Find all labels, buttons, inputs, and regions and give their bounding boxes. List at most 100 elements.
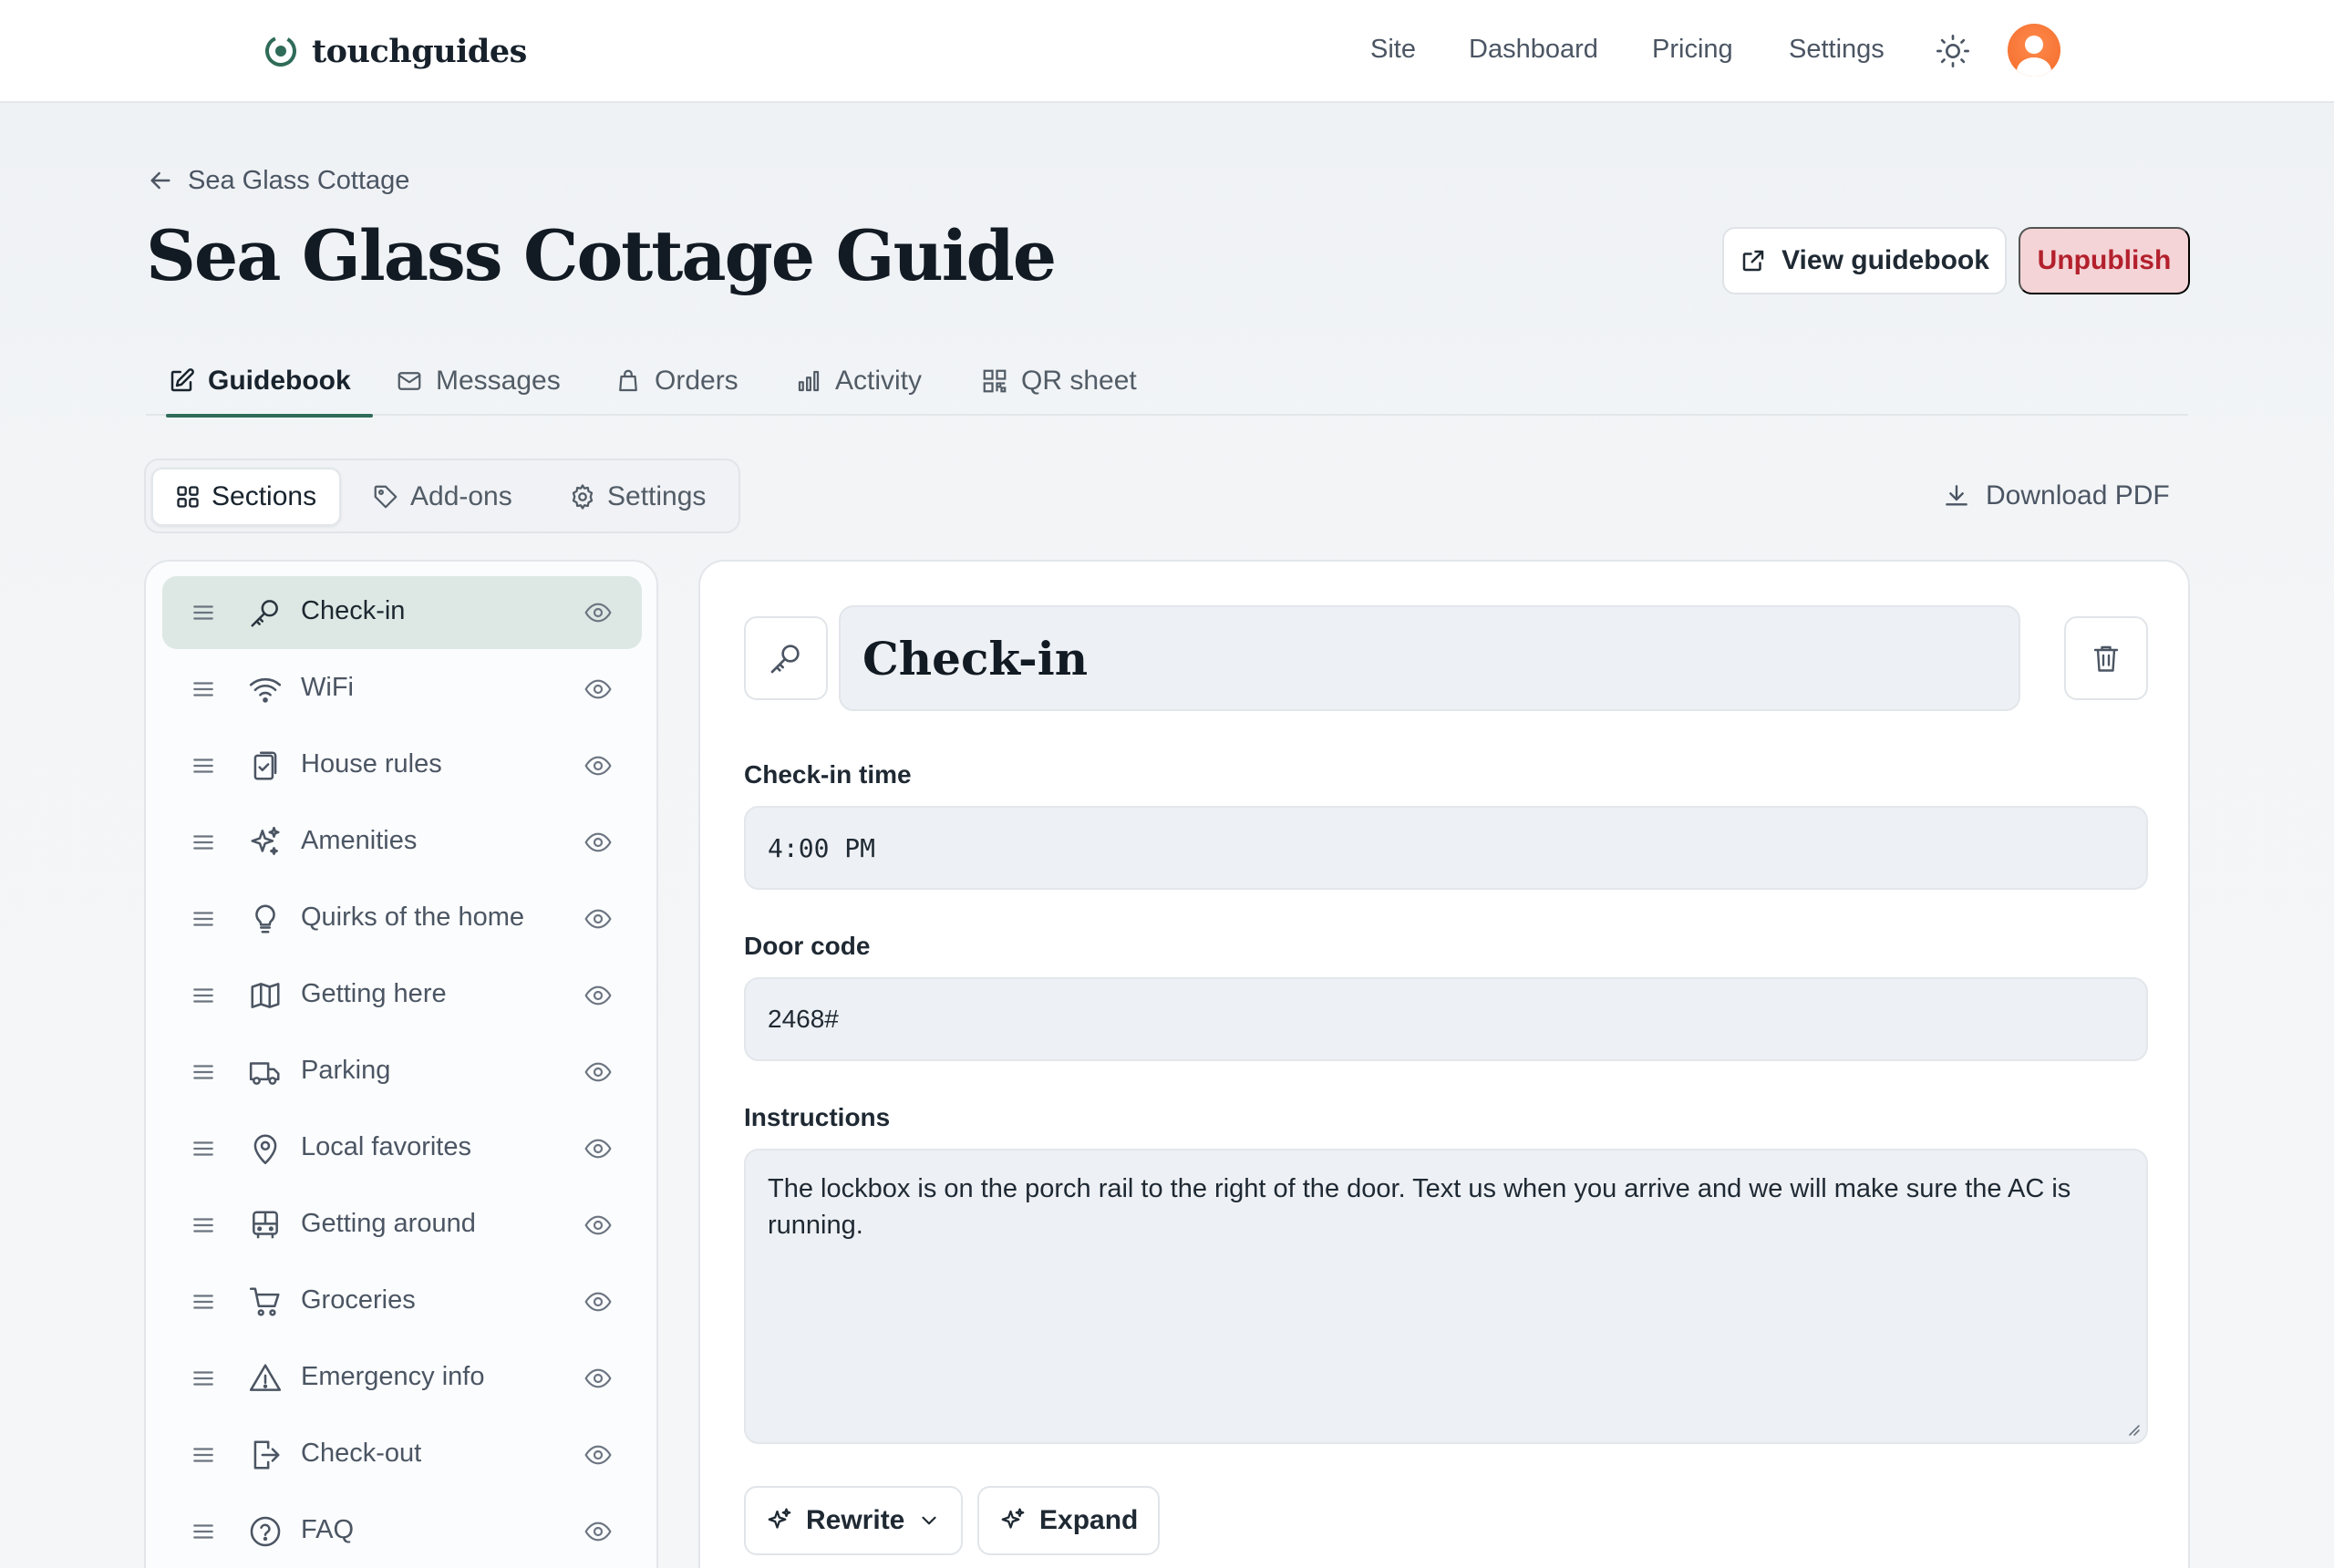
section-label: Amenities [301, 826, 418, 855]
section-mode-switch: Sections Add-ons Settings [144, 459, 740, 533]
tab-messages[interactable]: Messages [396, 346, 561, 416]
expand-label: Expand [1039, 1505, 1139, 1535]
nav-pricing[interactable]: Pricing [1652, 35, 1733, 65]
drag-handle-icon[interactable] [191, 830, 215, 854]
user-avatar[interactable] [2008, 24, 2060, 77]
section-item-groceries[interactable]: Groceries [162, 1265, 642, 1338]
drag-handle-icon[interactable] [191, 754, 215, 778]
section-title-input[interactable]: Check-in [839, 605, 2020, 711]
tab-orders[interactable]: Orders [614, 346, 738, 416]
nav-settings[interactable]: Settings [1789, 35, 1885, 65]
download-pdf-button[interactable]: Download PDF [1942, 472, 2170, 520]
tab-guidebook-label: Guidebook [208, 366, 351, 396]
breadcrumb-label: Sea Glass Cottage [188, 165, 410, 195]
nav-site[interactable]: Site [1370, 35, 1416, 65]
chevron-down-icon [922, 1516, 936, 1525]
lightbulb-icon [255, 904, 275, 934]
unpublish-button[interactable]: Unpublish [2019, 227, 2190, 294]
gear-icon [572, 484, 594, 510]
eye-icon[interactable] [584, 981, 613, 1010]
section-icon-picker[interactable] [744, 616, 828, 700]
section-label: Parking [301, 1056, 391, 1085]
section-label: Emergency info [301, 1362, 485, 1391]
instructions-label: Instructions [744, 1103, 891, 1131]
section-item-quirks-of-the-home[interactable]: Quirks of the home [162, 882, 642, 955]
sparkles-icon [768, 1508, 791, 1529]
truck-icon [249, 1062, 280, 1085]
eye-icon[interactable] [584, 1440, 613, 1470]
segment-settings[interactable]: Settings [569, 468, 706, 526]
drag-handle-icon[interactable] [191, 1443, 215, 1467]
breadcrumb[interactable]: Sea Glass Cottage [146, 162, 409, 199]
log-out-icon [253, 1440, 280, 1470]
qr-icon [983, 369, 1007, 393]
section-item-emergency-info[interactable]: Emergency info [162, 1342, 642, 1415]
eye-icon[interactable] [584, 904, 613, 934]
door-code-input[interactable]: 2468# [744, 977, 2148, 1061]
theme-toggle-sun-icon[interactable] [1935, 33, 1971, 69]
section-item-getting-around[interactable]: Getting around [162, 1189, 642, 1262]
section-item-parking[interactable]: Parking [162, 1036, 642, 1109]
section-item-local-favorites[interactable]: Local favorites [162, 1112, 642, 1185]
segment-add-ons-label: Add-ons [410, 481, 512, 511]
eye-icon[interactable] [584, 1211, 613, 1240]
delete-section-button[interactable] [2064, 616, 2148, 700]
checkin-time-input[interactable]: 4:00 PM [744, 806, 2148, 890]
instructions-textarea[interactable]: The lockbox is on the porch rail to the … [744, 1149, 2148, 1444]
drag-handle-icon[interactable] [191, 1290, 215, 1314]
eye-icon[interactable] [584, 828, 613, 857]
eye-icon[interactable] [584, 1517, 613, 1546]
mail-icon [398, 372, 421, 390]
bar-chart-icon [798, 370, 820, 392]
section-item-getting-here[interactable]: Getting here [162, 959, 642, 1032]
touchguides-logo-icon [265, 36, 296, 67]
section-label: WiFi [301, 673, 354, 702]
wifi-icon [249, 678, 282, 703]
tab-messages-label: Messages [436, 366, 561, 396]
drag-handle-icon[interactable] [191, 1137, 215, 1161]
segment-add-ons[interactable]: Add-ons [372, 468, 512, 526]
section-item-amenities[interactable]: Amenities [162, 806, 642, 879]
tab-guidebook[interactable]: Guidebook [166, 346, 373, 418]
map-icon [251, 983, 280, 1008]
rewrite-label: Rewrite [806, 1505, 905, 1535]
trash-icon [2093, 645, 2119, 672]
tab-activity[interactable]: Activity [795, 346, 922, 416]
section-item-wifi[interactable]: WiFi [162, 653, 642, 726]
view-guidebook-button[interactable]: View guidebook [1722, 227, 2007, 294]
nav-dashboard[interactable]: Dashboard [1469, 35, 1598, 65]
drag-handle-icon[interactable] [191, 1060, 215, 1084]
segment-sections[interactable]: Sections [151, 468, 341, 526]
drag-handle-icon[interactable] [191, 984, 215, 1007]
brand-logo[interactable]: touchguides [263, 27, 527, 75]
rewrite-button[interactable]: Rewrite [744, 1486, 964, 1555]
map-pin-icon [253, 1134, 277, 1165]
eye-icon[interactable] [584, 675, 613, 704]
drag-handle-icon[interactable] [191, 601, 215, 624]
eye-icon[interactable] [584, 1134, 613, 1163]
resize-handle-icon[interactable] [2124, 1420, 2141, 1437]
section-item-faq[interactable]: FAQ [162, 1495, 642, 1568]
eye-icon[interactable] [584, 598, 613, 627]
door-code-label: Door code [744, 932, 871, 960]
drag-handle-icon[interactable] [191, 1213, 215, 1237]
brand-name: touchguides [312, 32, 527, 70]
drag-handle-icon[interactable] [191, 907, 215, 931]
eye-icon[interactable] [584, 1287, 613, 1316]
eye-icon[interactable] [584, 1364, 613, 1393]
section-item-house-rules[interactable]: House rules [162, 729, 642, 802]
tab-qr-sheet[interactable]: QR sheet [981, 346, 1137, 416]
instructions-text: The lockbox is on the porch rail to the … [768, 1174, 2071, 1240]
eye-icon[interactable] [584, 1057, 613, 1087]
drag-handle-icon[interactable] [191, 1520, 215, 1543]
drag-handle-icon[interactable] [191, 677, 215, 701]
eye-icon[interactable] [584, 751, 613, 780]
section-item-check-out[interactable]: Check-out [162, 1418, 642, 1491]
section-label: Getting around [301, 1209, 476, 1238]
sparkles-icon [1001, 1508, 1025, 1529]
section-item-check-in[interactable]: Check-in [162, 576, 642, 649]
drag-handle-icon[interactable] [191, 1367, 215, 1390]
section-label: Check-in [301, 596, 406, 625]
expand-button[interactable]: Expand [977, 1486, 1161, 1555]
bus-icon [253, 1211, 278, 1239]
